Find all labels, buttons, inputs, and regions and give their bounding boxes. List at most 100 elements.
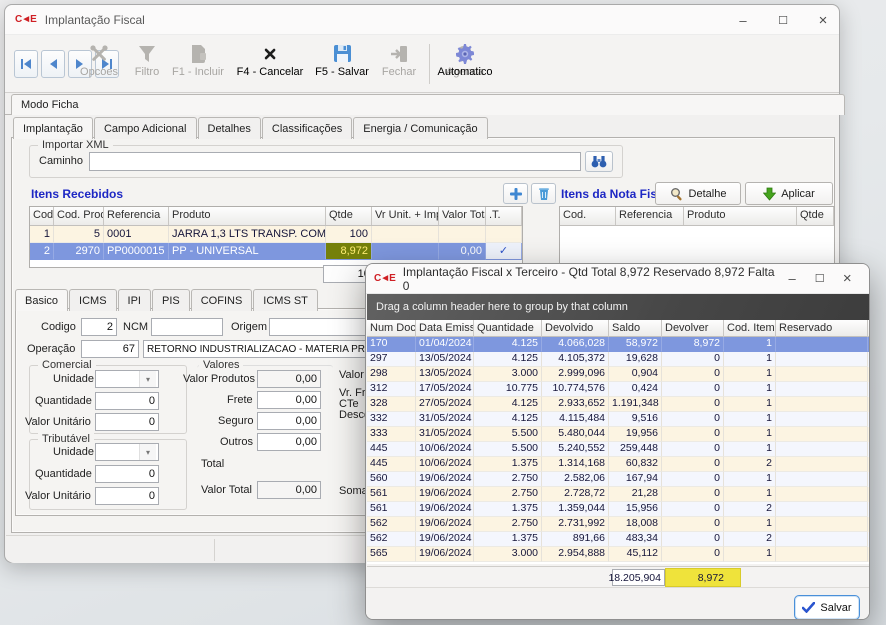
grid-cell[interactable]: 2	[30, 243, 54, 260]
column-header[interactable]: Produto	[169, 207, 326, 225]
operacao-desc-input[interactable]: RETORNO INDUSTRIALIZACAO - MATERIA PRIMA	[143, 340, 369, 358]
group-by-band[interactable]: Drag a column header here to group by th…	[367, 294, 870, 320]
modal-titlebar[interactable]: C◄E Implantação Fiscal x Terceiro - Qtd …	[366, 264, 869, 294]
grid-cell[interactable]: 891,66	[542, 532, 609, 547]
grid-cell[interactable]: 0	[662, 502, 724, 517]
table-row[interactable]: 56219/06/20241.375891,66483,3402	[367, 532, 870, 547]
table-row[interactable]: 32827/05/20244.1252.933,6521.191,34801	[367, 397, 870, 412]
column-header[interactable]: Referencia	[616, 207, 684, 225]
nav-prev-button[interactable]	[41, 50, 65, 78]
column-header[interactable]: Saldo	[609, 320, 662, 337]
column-header[interactable]: Cod. Prod.	[54, 207, 104, 225]
grid-cell[interactable]: 19/06/2024	[416, 502, 474, 517]
grid-cell[interactable]: 2.750	[474, 487, 542, 502]
grid-cell[interactable]	[776, 337, 868, 352]
grid-cell[interactable]: 2	[724, 457, 776, 472]
grid-cell[interactable]: 0	[662, 382, 724, 397]
column-header[interactable]: Vr Unit. + Imp	[372, 207, 439, 225]
grid-cell[interactable]: 561	[367, 487, 416, 502]
opcoes-button[interactable]: Opcoes	[77, 44, 121, 78]
column-header[interactable]: Quantidade	[474, 320, 542, 337]
grid-cell[interactable]: 5.500	[474, 442, 542, 457]
grid-cell[interactable]: 2.731,992	[542, 517, 609, 532]
grid-cell[interactable]: 9,516	[609, 412, 662, 427]
grid-cell[interactable]: 2.582,06	[542, 472, 609, 487]
grid-cell[interactable]: 21,28	[609, 487, 662, 502]
grid-cell[interactable]: 8,972	[662, 337, 724, 352]
table-row[interactable]: 56119/06/20242.7502.728,7221,2801	[367, 487, 870, 502]
detail-tab-cofins[interactable]: COFINS	[191, 289, 253, 311]
salvar-button[interactable]: F5 - Salvar	[311, 44, 373, 78]
grid-cell[interactable]: 312	[367, 382, 416, 397]
caminho-input[interactable]	[89, 152, 581, 171]
grid-cell[interactable]: 333	[367, 427, 416, 442]
grid-cell[interactable]: 1	[724, 487, 776, 502]
grid-cell[interactable]: 5	[54, 226, 104, 243]
grid-cell[interactable]: 1	[30, 226, 54, 243]
grid-cell[interactable]: 27/05/2024	[416, 397, 474, 412]
grid-cell[interactable]: 297	[367, 352, 416, 367]
table-row[interactable]: 56519/06/20243.0002.954,88845,11201	[367, 547, 870, 562]
minimize-button[interactable]: –	[726, 8, 760, 32]
itens-nota-fiscal-header[interactable]: Cod.ReferenciaProdutoQtde	[560, 207, 834, 226]
grid-cell[interactable]: 4.115,484	[542, 412, 609, 427]
grid-cell[interactable]: 4.125	[474, 352, 542, 367]
grid-cell[interactable]: 565	[367, 547, 416, 562]
grid-cell[interactable]: 561	[367, 502, 416, 517]
grid-cell[interactable]: 13/05/2024	[416, 352, 474, 367]
column-header[interactable]: Data Emissao	[416, 320, 474, 337]
grid-cell[interactable]: 0	[662, 532, 724, 547]
table-row[interactable]: 44510/06/20245.5005.240,552259,44801	[367, 442, 870, 457]
grid-cell[interactable]: 10.774,576	[542, 382, 609, 397]
operacao-input[interactable]: 67	[81, 340, 139, 358]
grid-cell[interactable]: 0	[662, 472, 724, 487]
grid-cell[interactable]	[776, 397, 868, 412]
grid-cell[interactable]: 0	[662, 547, 724, 562]
grid-cell[interactable]: 1.375	[474, 532, 542, 547]
tributavel-unidade-select[interactable]: ▾	[95, 443, 159, 461]
grid-cell[interactable]: 0	[662, 457, 724, 472]
automatico-button[interactable]: Automatico	[431, 44, 499, 78]
grid-cell[interactable]: 2.954,888	[542, 547, 609, 562]
add-item-button[interactable]	[503, 183, 528, 204]
tributavel-valor-unitario-input[interactable]: 0	[95, 487, 159, 505]
grid-cell[interactable]: 10/06/2024	[416, 457, 474, 472]
table-row[interactable]: 17001/04/20244.1254.066,02858,9728,9721	[367, 337, 870, 352]
column-header[interactable]: .T.	[486, 207, 522, 225]
comercial-unidade-select[interactable]: ▾	[95, 370, 159, 388]
grid-cell[interactable]: 328	[367, 397, 416, 412]
grid-cell[interactable]: 1	[724, 337, 776, 352]
modal-save-button[interactable]: Salvar	[794, 595, 860, 620]
grid-cell[interactable]: 298	[367, 367, 416, 382]
grid-cell[interactable]: 19,956	[609, 427, 662, 442]
column-header[interactable]: Cod.	[30, 207, 54, 225]
grid-cell[interactable]: 3.000	[474, 547, 542, 562]
grid-cell[interactable]: 19/06/2024	[416, 547, 474, 562]
grid-cell[interactable]: 10.775	[474, 382, 542, 397]
grid-cell[interactable]: 1	[724, 517, 776, 532]
valor-total-input[interactable]: 0,00	[257, 481, 321, 499]
column-header[interactable]: Cod.	[560, 207, 616, 225]
grid-cell[interactable]: 167,94	[609, 472, 662, 487]
grid-cell[interactable]: 19/06/2024	[416, 517, 474, 532]
search-xml-button[interactable]	[585, 151, 613, 172]
close-button[interactable]: ×	[806, 8, 840, 32]
column-header[interactable]: Produto	[684, 207, 797, 225]
origem-input[interactable]	[269, 318, 369, 336]
aplicar-button[interactable]: Aplicar	[745, 182, 833, 205]
grid-cell[interactable]: 0	[662, 412, 724, 427]
table-row[interactable]: 44510/06/20241.3751.314,16860,83202	[367, 457, 870, 472]
grid-cell[interactable]	[776, 412, 868, 427]
grid-cell[interactable]: 4.105,372	[542, 352, 609, 367]
grid-cell[interactable]: 1.359,044	[542, 502, 609, 517]
grid-cell[interactable]: 01/04/2024	[416, 337, 474, 352]
grid-cell[interactable]: 1	[724, 427, 776, 442]
maximize-button[interactable]: ☐	[766, 8, 800, 32]
incluir-button[interactable]: F1 - Incluir	[167, 44, 229, 78]
modal-close-button[interactable]: ×	[833, 267, 861, 291]
grid-cell[interactable]	[776, 352, 868, 367]
column-header[interactable]: Qtde	[326, 207, 372, 225]
grid-cell[interactable]: 1	[724, 382, 776, 397]
grid-cell[interactable]: 5.500	[474, 427, 542, 442]
table-row[interactable]: 29713/05/20244.1254.105,37219,62801	[367, 352, 870, 367]
